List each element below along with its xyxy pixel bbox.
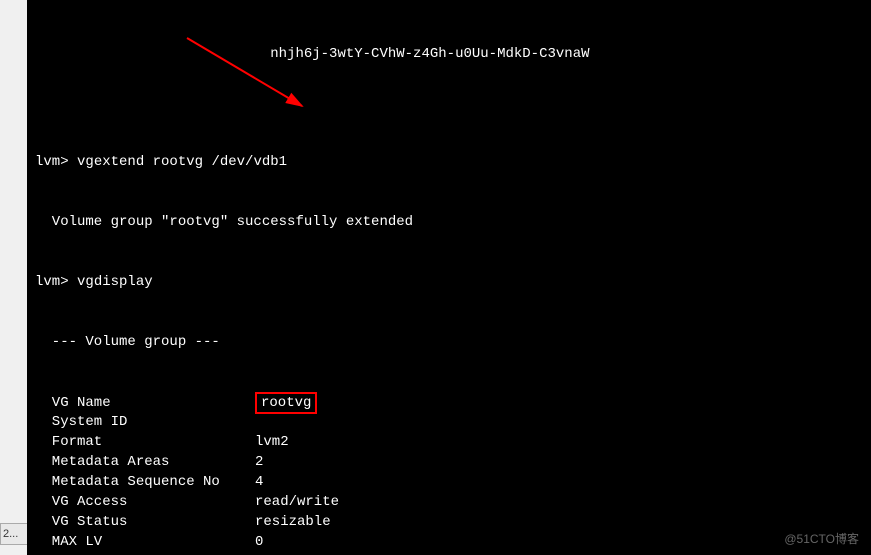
section-header: --- Volume group ---: [35, 332, 863, 352]
vg-fields: VG Namerootvg System ID Formatlvm2 Metad…: [35, 392, 863, 555]
vg-field-row: Metadata Sequence No4: [35, 472, 863, 492]
watermark-text: @51CTO博客: [784, 529, 859, 549]
command-line-2: lvm> vgdisplay: [35, 272, 863, 292]
vg-field-label: Format: [35, 432, 255, 452]
vg-field-label: Metadata Areas: [35, 452, 255, 472]
vg-field-label: VG Access: [35, 492, 255, 512]
command-text: vgextend rootvg /dev/vdb1: [77, 154, 287, 170]
vg-field-value: lvm2: [255, 432, 289, 452]
success-message: Volume group "rootvg" successfully exten…: [35, 212, 863, 232]
vg-field-label: VG Status: [35, 512, 255, 532]
vg-field-row: Formatlvm2: [35, 432, 863, 452]
vg-field-label: System ID: [35, 412, 255, 432]
vg-field-value: resizable: [255, 512, 331, 532]
vg-field-row: Metadata Areas2: [35, 452, 863, 472]
vg-field-label: MAX LV: [35, 532, 255, 552]
vg-field-value: 4: [255, 472, 263, 492]
vg-field-row: VG Accessread/write: [35, 492, 863, 512]
command-text: vgdisplay: [77, 274, 153, 290]
prompt: lvm>: [35, 154, 77, 170]
sidebar-tab[interactable]: 2...: [0, 523, 27, 545]
terminal-output: nhjh6j-3wtY-CVhW-z4Gh-u0Uu-MdkD-C3vnaW l…: [27, 0, 871, 555]
vg-field-label: Metadata Sequence No: [35, 472, 255, 492]
vg-field-label: VG Name: [35, 393, 255, 413]
highlight-box: rootvg: [255, 392, 317, 414]
vg-field-value: rootvg: [255, 392, 317, 414]
vg-field-row: VG Namerootvg: [35, 392, 863, 412]
vg-field-value: read/write: [255, 492, 339, 512]
truncated-top-line: nhjh6j-3wtY-CVhW-z4Gh-u0Uu-MdkD-C3vnaW: [35, 44, 863, 64]
vg-field-row: VG Statusresizable: [35, 512, 863, 532]
command-line-1: lvm> vgextend rootvg /dev/vdb1: [35, 152, 863, 172]
vg-field-row: MAX LV0: [35, 532, 863, 552]
vg-field-row: System ID: [35, 412, 863, 432]
sidebar-tab-label: 2...: [3, 528, 18, 540]
vg-field-value: 2: [255, 452, 263, 472]
prompt: lvm>: [35, 274, 77, 290]
vg-field-value: 0: [255, 532, 263, 552]
